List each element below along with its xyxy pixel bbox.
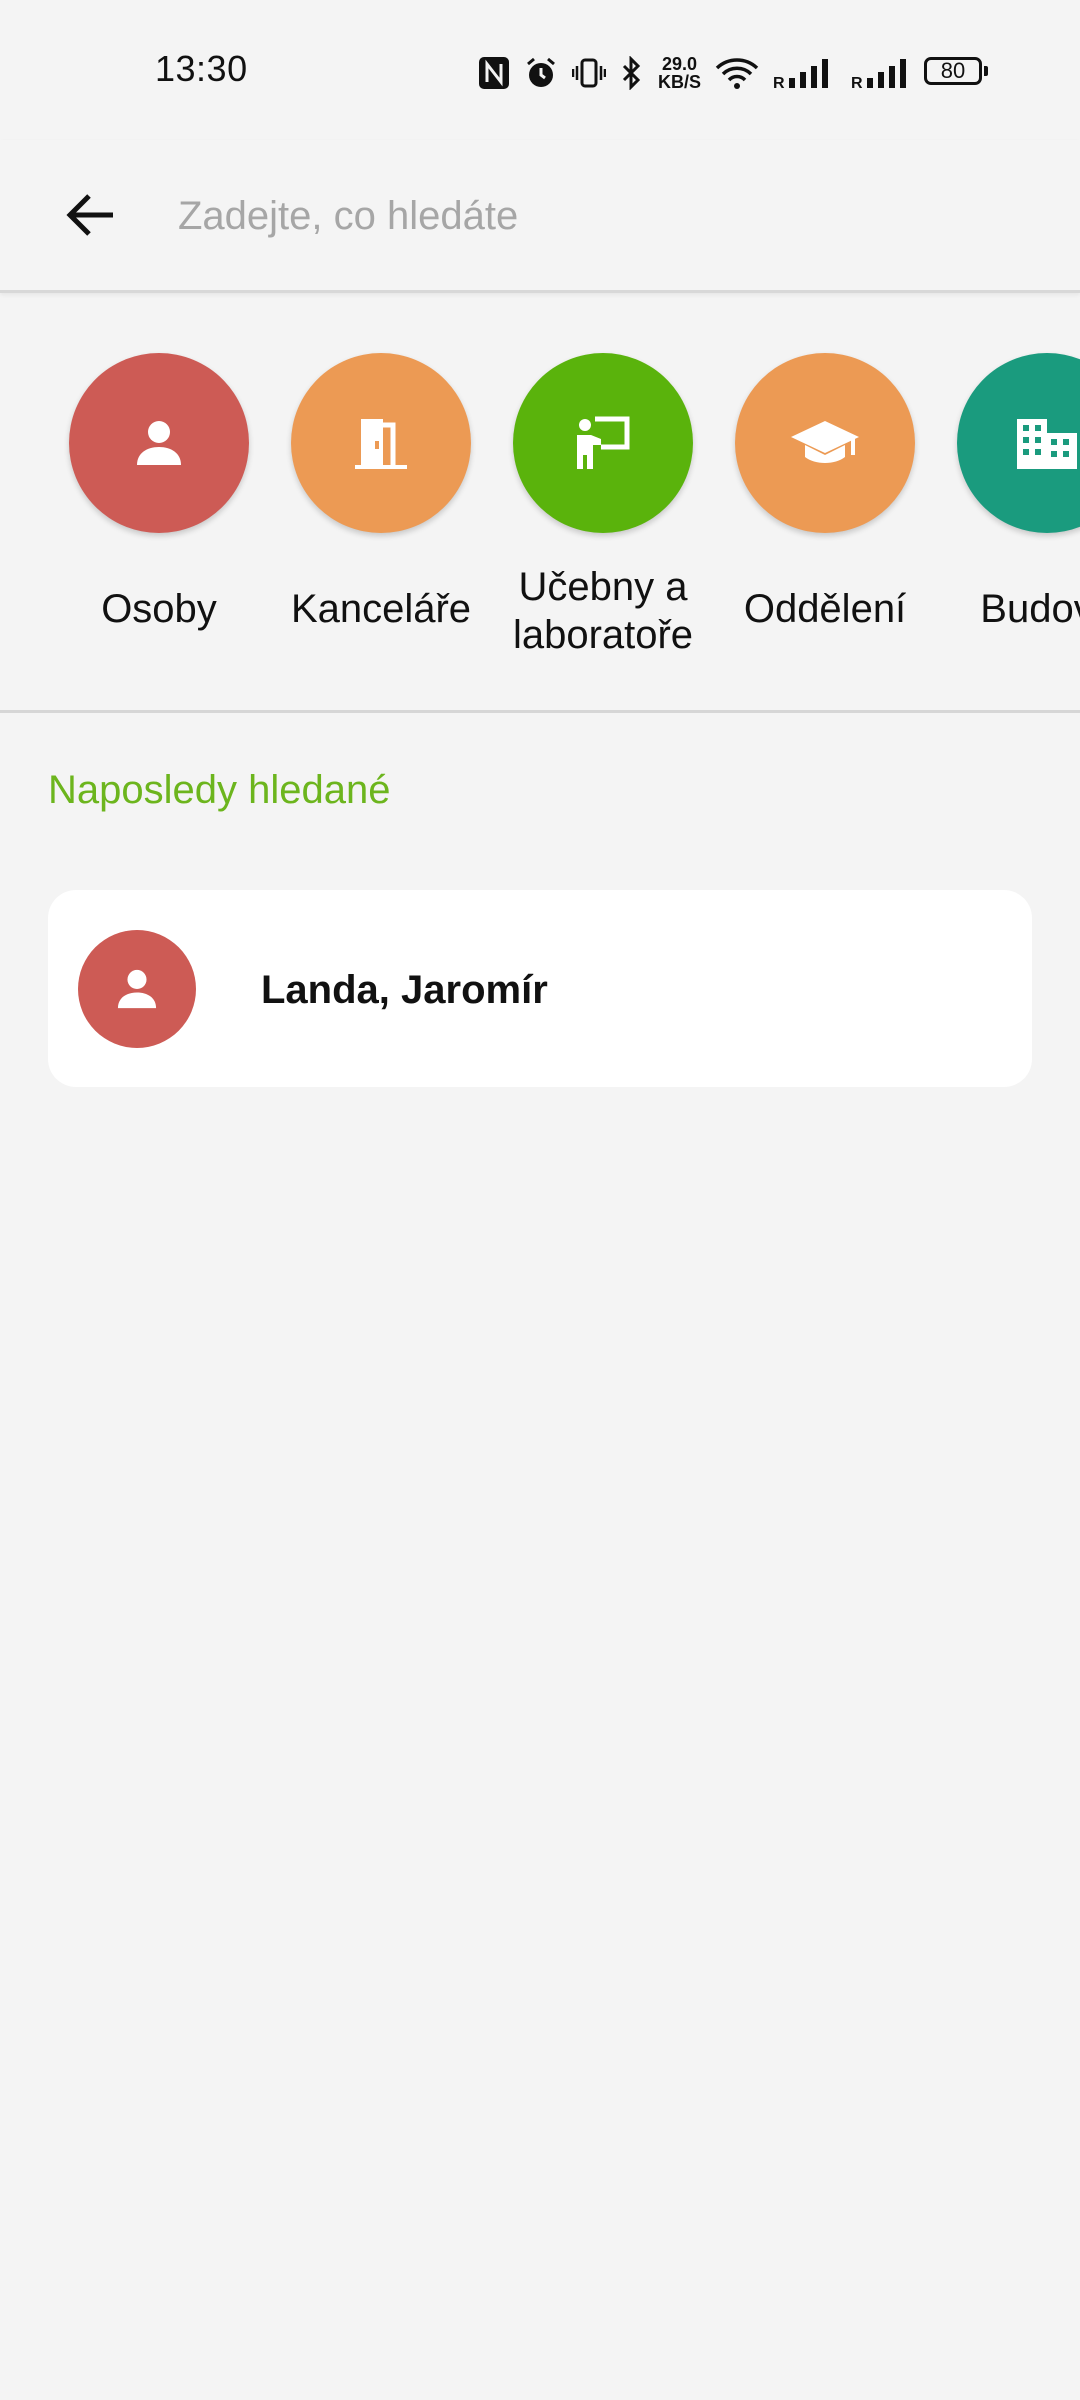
category-offices[interactable]: Kanceláře [271,353,491,633]
alarm-icon [524,56,558,90]
category-departments[interactable]: Oddělení [715,353,935,633]
category-buildings[interactable]: Budovy [937,353,1080,633]
search-bar [0,140,1080,293]
recent-item-name: Landa, Jaromír [261,968,548,1012]
category-classrooms-circle [513,353,693,533]
wifi-icon [715,56,759,90]
category-offices-circle [291,353,471,533]
person-icon [117,969,157,1009]
bluetooth-icon [620,56,644,90]
category-departments-circle [735,353,915,533]
svg-text:R: R [851,75,863,90]
category-people-circle [69,353,249,533]
category-people[interactable]: Osoby [49,353,269,633]
recent-item[interactable]: Landa, Jaromír [48,890,1032,1087]
svg-text:R: R [773,75,785,90]
door-icon [355,419,407,469]
category-label: Kanceláře [290,587,472,631]
recent-searches-title: Naposledy hledané [48,768,391,812]
arrow-left-icon [66,194,113,236]
category-buildings-circle [957,353,1080,533]
section-divider [0,710,1080,713]
category-classrooms[interactable]: Učebny a laboratoře [493,353,713,659]
teacher-board-icon [577,416,630,469]
status-bar: 13:30 29.0 KB/S R R 80 [0,0,1080,140]
category-label: Budovy [980,587,1080,631]
net-speed: 29.0 KB/S [658,54,702,92]
category-label: Osoby [101,587,217,631]
nfc-icon [478,56,510,90]
signal-2-icon: R [851,56,915,90]
category-label: Učebny a laboratoře [512,565,694,657]
battery-indicator: 80 [924,57,988,85]
signal-1-icon: R [773,56,837,90]
building-icon [1017,419,1077,469]
category-carousel[interactable]: Osoby Kanceláře Učebny a laboratoře Oddě… [0,293,1080,711]
status-time: 13:30 [155,48,248,89]
graduation-cap-icon [791,421,859,463]
status-icons: 29.0 KB/S R R [478,48,915,98]
vibrate-icon [572,56,606,90]
back-button[interactable] [56,180,126,250]
search-input[interactable] [178,176,1038,256]
category-label: Oddělení [743,587,907,631]
person-icon [137,421,181,465]
avatar [78,930,196,1048]
